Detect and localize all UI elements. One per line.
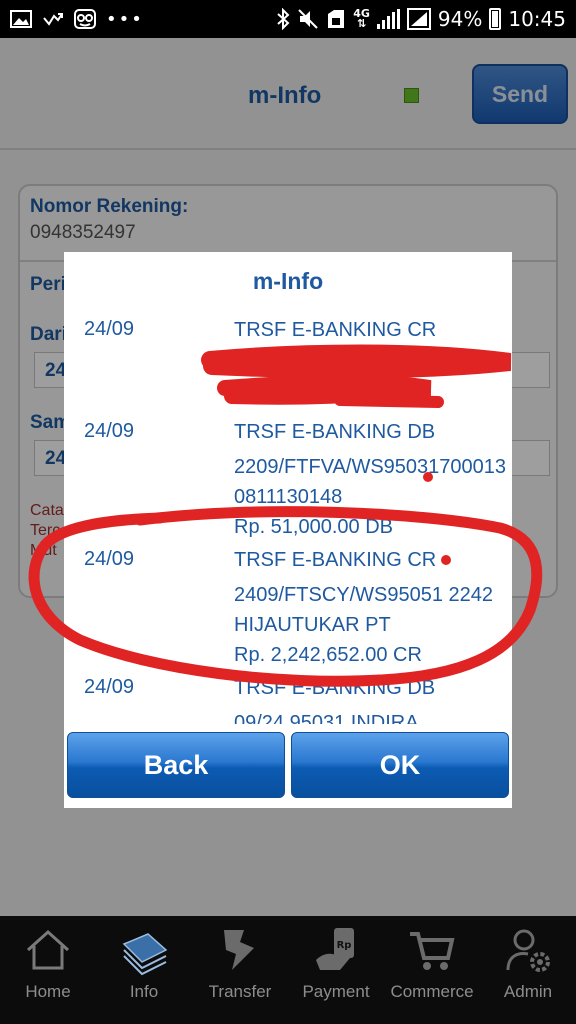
transaction-type: TRSF E-BANKING CR	[234, 319, 437, 341]
nav-label: Payment	[302, 982, 370, 1001]
battery-icon	[489, 8, 502, 30]
transaction-date: 24/09	[84, 318, 135, 340]
home-icon	[26, 929, 70, 970]
admin-icon	[506, 929, 550, 972]
transaction-detail: HIJAUTUKAR PT	[234, 614, 391, 636]
bluetooth-icon	[277, 8, 290, 30]
check-arrow-icon	[43, 13, 63, 26]
nav-label: Transfer	[208, 982, 272, 1001]
nav-label: Info	[129, 982, 159, 1001]
mute-icon	[298, 9, 318, 29]
nav-payment[interactable]: Rp Payment	[288, 916, 384, 1024]
payment-icon: Rp	[316, 928, 354, 970]
transaction-type: TRSF E-BANKING DB	[234, 421, 436, 443]
nav-label: Home	[25, 982, 71, 1001]
ok-button[interactable]: OK	[291, 732, 509, 798]
info-book-icon	[122, 933, 168, 976]
nav-commerce[interactable]: Commerce	[384, 916, 480, 1024]
cart-icon	[410, 932, 455, 970]
transaction-detail: 09/24 95031 INDIRA	[234, 712, 419, 724]
more-dots-icon: •••	[106, 8, 144, 30]
back-button[interactable]: Back	[67, 732, 285, 798]
dialog-title: m-Info	[252, 268, 324, 294]
battery-percent: 94%	[437, 7, 483, 31]
dialog-buttons: Back OK	[64, 730, 512, 800]
network-4g-icon: 4G ⇅	[353, 7, 370, 30]
nav-info[interactable]: Info	[96, 916, 192, 1024]
transaction-detail: 2409/FTSCY/WS95051 2242	[234, 584, 494, 606]
transaction-date: 24/09	[84, 420, 135, 442]
transaction-amount: Rp. 2,242,652.00 CR	[234, 644, 422, 666]
transaction-detail	[234, 380, 512, 410]
nav-admin[interactable]: Admin	[480, 916, 576, 1024]
nav-label: Admin	[503, 982, 553, 1001]
nav-home[interactable]: Home	[0, 916, 96, 1024]
bottom-navigation: Home Info Transfer Rp Payment Commerce A…	[0, 916, 576, 1024]
app-face-icon	[74, 9, 96, 29]
transaction-list[interactable]: 24/09 TRSF E-BANKING CR 24/09 TRSF E-BAN…	[64, 310, 512, 724]
svg-text:Rp: Rp	[337, 940, 352, 951]
signal-box-icon	[406, 8, 431, 30]
nfc-icon	[328, 10, 345, 28]
nav-transfer[interactable]: Transfer	[192, 916, 288, 1024]
transaction-type: TRSF E-BANKING DB	[234, 677, 436, 699]
transaction-date: 24/09	[84, 548, 135, 570]
transfer-icon	[224, 930, 254, 970]
nav-label: Commerce	[390, 982, 474, 1001]
signal-icon	[376, 9, 400, 29]
transaction-type: TRSF E-BANKING CR	[234, 549, 437, 571]
transaction-date: 24/09	[84, 676, 135, 698]
image-icon	[10, 10, 32, 28]
transaction-detail	[234, 350, 512, 380]
clock: 10:45	[508, 7, 566, 31]
transaction-detail: 2209/FTFVA/WS95031700013	[234, 456, 507, 478]
m-info-dialog: m-Info 24/09 TRSF E-BANKING CR 24/09 TRS…	[64, 252, 512, 808]
transaction-detail: 0811130148	[234, 486, 343, 508]
transaction-amount: Rp. 51,000.00 DB	[234, 516, 393, 538]
status-bar: ••• 4G ⇅ 94% 10:45	[0, 0, 576, 38]
